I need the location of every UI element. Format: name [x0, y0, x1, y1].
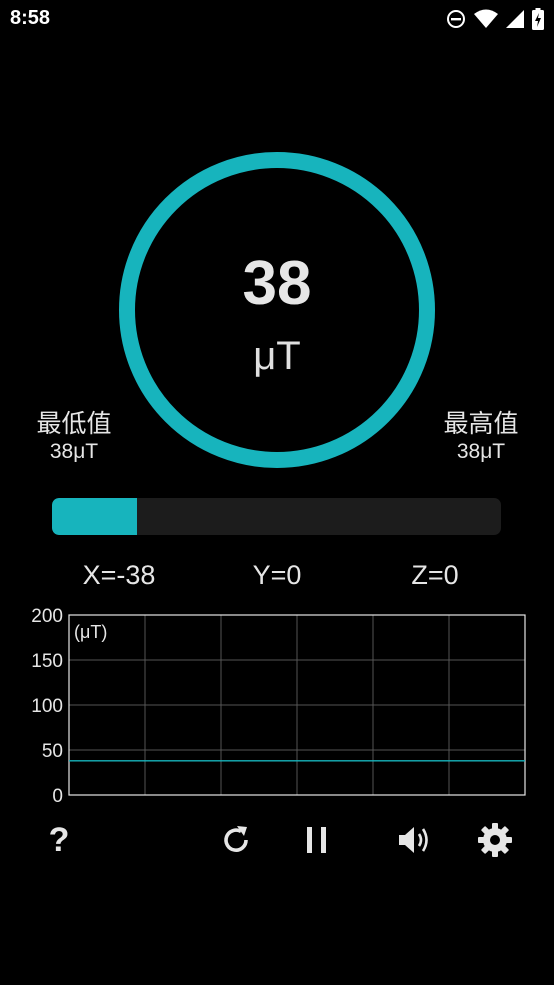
status-icons	[446, 7, 544, 31]
settings-button[interactable]	[470, 817, 520, 863]
y-tick-label: 100	[31, 696, 63, 717]
pause-button[interactable]	[292, 817, 342, 863]
axis-y-value: Y=0	[252, 560, 302, 590]
settings-icon	[478, 823, 512, 857]
gauge-value: 38	[242, 249, 312, 318]
battery-charging-icon	[532, 8, 544, 30]
sound-icon	[399, 827, 428, 853]
y-tick-label: 0	[52, 786, 63, 805]
max-label: 最高值	[443, 410, 519, 438]
chart-unit-label: (μT)	[74, 622, 107, 642]
status-time: 8:58	[10, 7, 51, 29]
axis-x-value: X=-38	[82, 560, 156, 590]
progress-track	[52, 498, 501, 535]
y-tick-label: 150	[31, 651, 63, 672]
pause-icon	[307, 827, 326, 853]
y-tick-label: 50	[42, 741, 63, 762]
do-not-disturb-icon	[447, 10, 465, 28]
y-tick-label: 200	[31, 606, 63, 627]
field-chart: 200 150 100 50 0 (μT)	[31, 606, 526, 805]
progress-fill	[52, 498, 138, 535]
gauge-unit: μT	[253, 334, 301, 378]
wifi-icon	[474, 9, 498, 28]
reset-button[interactable]	[211, 817, 261, 863]
help-button[interactable]: ?	[34, 817, 84, 863]
cell-signal-icon	[506, 10, 524, 28]
reset-icon	[224, 826, 248, 852]
min-value: 38μT	[49, 440, 99, 463]
axis-z-value: Z=0	[411, 560, 459, 590]
help-icon: ?	[48, 820, 70, 859]
min-label: 最低值	[36, 410, 112, 438]
sound-button[interactable]	[391, 817, 441, 863]
max-value: 38μT	[456, 440, 506, 463]
